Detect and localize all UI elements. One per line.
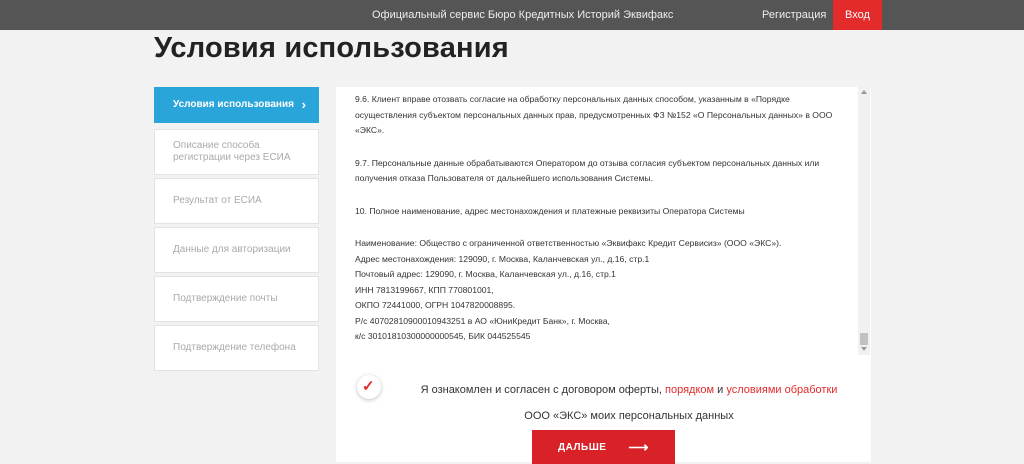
terms-scroll-area[interactable]: 9.6. Клиент вправе отозвать согласие на … [336,87,871,357]
details-line: Почтовый адрес: 129090, г. Москва, Калан… [355,269,616,279]
processing-terms-link[interactable]: условиями обработки [726,384,837,396]
sidebar-item-label: Подтверждение почты [173,293,278,304]
sidebar: Условия использования › Описание способа… [154,87,319,374]
terms-text: 9.6. Клиент вправе отозвать согласие на … [355,92,835,345]
terms-scrollbar[interactable] [858,87,870,355]
service-title: Официальный сервис Бюро Кредитных Истори… [372,9,674,21]
next-button-label: ДАЛЬШЕ [558,441,607,453]
sidebar-item-label: Данные для авторизации [173,244,291,255]
details-line: Адрес местонахождения: 129090, г. Москва… [355,253,650,264]
consent-checkbox[interactable]: ✓ [357,375,381,399]
sidebar-item-terms[interactable]: Условия использования › [154,87,319,123]
details-line: ОКПО 72441000, ОГРН 1047820008895. [355,300,516,310]
consent-text-part1: Я ознакомлен и согласен с договором офер… [420,384,662,396]
terms-paragraph: 10. Полное наименование, адрес местонахо… [355,205,745,216]
sidebar-item-label: Описание способа регистрации через ЕСИА [173,140,291,163]
sidebar-item-email-confirm[interactable]: Подтверждение почты [154,276,319,322]
next-button[interactable]: ДАЛЬШЕ ⟶ [532,430,675,464]
scrollbar-thumb[interactable] [860,333,868,345]
details-line: ИНН 7813199667, КПП 770801001, [355,284,494,295]
details-line: Наименование: Общество с ограниченной от… [355,238,782,248]
scroll-down-icon[interactable] [861,347,867,351]
procedure-link[interactable]: порядком [665,384,714,396]
details-line: Р/с 40702810900010943251 в АО «ЮниКредит… [355,315,610,326]
sidebar-item-label: Условия использования [173,99,294,110]
sidebar-item-esia-description[interactable]: Описание способа регистрации через ЕСИА [154,129,319,175]
consent-text: Я ознакомлен и согласен с договором офер… [394,377,864,429]
terms-paragraph: 9.6. Клиент вправе отозвать согласие на … [355,94,833,135]
chevron-right-icon: › [301,97,306,112]
sidebar-item-auth-data[interactable]: Данные для авторизации [154,227,319,273]
consent-text-part2: ООО «ЭКС» моих персональных данных [524,410,734,422]
details-line: к/с 30101810300000000545, БИК 044525545 [355,331,531,341]
register-link[interactable]: Регистрация [762,9,826,21]
login-button[interactable]: Вход [833,0,882,30]
main-panel: 9.6. Клиент вправе отозвать согласие на … [336,87,871,464]
page-title: Условия использования [154,32,509,64]
top-bar: Официальный сервис Бюро Кредитных Истори… [0,0,1024,30]
terms-paragraph: 9.7. Персональные данные обрабатываются … [355,157,820,184]
sidebar-item-esia-result[interactable]: Результат от ЕСИА [154,178,319,224]
sidebar-item-label: Подтверждение телефона [173,342,296,353]
arrow-right-icon: ⟶ [628,438,649,455]
consent-text-and: и [717,384,724,396]
operator-details: Наименование: Общество с ограниченной от… [355,236,835,345]
checkmark-icon: ✓ [362,378,375,395]
sidebar-item-label: Результат от ЕСИА [173,195,262,206]
scroll-up-icon[interactable] [861,90,867,94]
sidebar-item-phone-confirm[interactable]: Подтверждение телефона [154,325,319,371]
